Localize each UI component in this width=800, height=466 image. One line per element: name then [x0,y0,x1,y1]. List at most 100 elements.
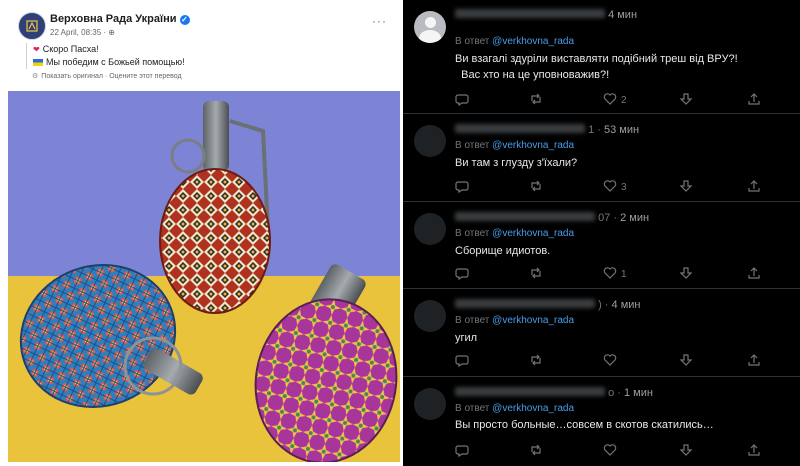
share-icon [748,354,760,366]
reply-time[interactable]: 2 мин [620,212,649,224]
blurred-username [455,387,605,396]
share-button[interactable] [747,92,761,106]
retweet-icon [531,180,541,192]
downvote-button[interactable] [679,266,693,280]
reply-button[interactable] [455,92,469,107]
like-button[interactable]: 1 [603,266,627,280]
reply-author[interactable]: 4 мин [455,9,637,21]
reply-actions: 3 [455,179,760,194]
page-avatar[interactable] [18,12,46,40]
reply-time[interactable]: 4 мин [608,9,637,21]
in-reply-prefix: В ответ [455,403,493,414]
like-button[interactable] [603,353,621,367]
reply-item[interactable]: о · 1 мин В ответ @verkhovna_rada Вы про… [403,377,800,466]
like-button[interactable] [603,443,621,457]
post-header: Верховна Рада України ✓ 22 April, 08:35 ·… [4,4,400,88]
reply-item[interactable]: 1 · 53 мин В ответ @verkhovna_rada Ви та… [403,114,800,202]
reply-handle-link[interactable]: @verkhovna_rada [492,315,574,326]
like-count: 1 [621,269,627,280]
more-options-icon[interactable]: ··· [372,14,387,28]
share-button[interactable] [747,266,761,280]
reply-handle-link[interactable]: @verkhovna_rada [492,228,574,239]
reply-text: угил [455,330,477,346]
translation-row[interactable]: ⚙ Показать оригинал · Оцените этот перево… [32,72,182,80]
reply-icon [455,181,469,194]
gear-icon: ⚙ [32,73,39,80]
default-avatar[interactable] [414,11,446,43]
page-name[interactable]: Верховна Рада України ✓ [50,13,190,25]
reply-item[interactable]: 07 · 2 мин В ответ @verkhovna_rada Сбори… [403,202,800,289]
retweet-button[interactable] [529,179,543,193]
reply-handle-link[interactable]: @verkhovna_rada [492,403,574,414]
reply-icon [455,268,469,281]
reply-item[interactable]: 4 мин В ответ @verkhovna_rada Ви взагалі… [403,0,800,114]
reply-author[interactable]: о · 1 мин [455,387,653,399]
like-icon [603,354,617,366]
retweet-button[interactable] [529,266,543,280]
downvote-icon [679,354,693,366]
retweet-icon [531,354,541,366]
share-button[interactable] [747,179,761,193]
in-reply-prefix: В ответ [455,228,493,239]
retweet-icon [531,267,541,279]
translation-link[interactable]: Показать оригинал · Оцените этот перевод [41,73,181,80]
reply-handle-link[interactable]: @verkhovna_rada [492,140,574,151]
reply-item[interactable]: ) · 4 мин В ответ @verkhovna_rada угил [403,289,800,377]
reply-time[interactable]: 4 мин [612,299,641,311]
reply-button[interactable] [455,353,469,368]
in-reply-to: В ответ @verkhovna_rada [455,228,574,239]
twitter-replies: 4 мин В ответ @verkhovna_rada Ви взагалі… [403,0,800,466]
reply-author[interactable]: ) · 4 мин [455,299,640,311]
downvote-button[interactable] [679,443,693,457]
ukraine-flag-icon [33,59,43,66]
reply-handle-link[interactable]: @verkhovna_rada [492,36,574,47]
downvote-button[interactable] [679,353,693,367]
retweet-button[interactable] [529,353,543,367]
downvote-icon [679,180,693,192]
reply-button[interactable] [455,179,469,194]
reply-text: Сборище идиотов. [455,243,550,259]
in-reply-prefix: В ответ [455,36,493,47]
reply-author[interactable]: 1 · 53 мин [455,124,639,136]
reply-time[interactable]: 1 мин [624,387,653,399]
facebook-post: Верховна Рада України ✓ 22 April, 08:35 ·… [4,4,400,462]
downvote-icon [679,267,693,279]
post-photo[interactable] [8,91,400,462]
like-count: 2 [621,95,627,106]
reply-text-line: Вас хто на це уповноважив?! [455,69,610,81]
user-avatar[interactable] [414,213,446,245]
blurred-username [455,124,585,133]
like-icon [603,267,617,279]
retweet-button[interactable] [529,443,543,457]
post-meta: 22 April, 08:35 · ⊕ [50,28,115,37]
share-button[interactable] [747,443,761,457]
downvote-button[interactable] [679,92,693,106]
reply-text: Ви там з глузду з'їхали? [455,155,577,171]
downvote-button[interactable] [679,179,693,193]
like-count: 3 [621,182,627,193]
user-avatar[interactable] [414,300,446,332]
blurred-username [455,9,605,18]
page-name-text[interactable]: Верховна Рада України [50,13,177,25]
in-reply-to: В ответ @verkhovna_rada [455,36,574,47]
reply-actions [455,353,760,368]
post-line-text: Мы победим с Божьей помощью! [46,57,185,67]
post-timestamp[interactable]: 22 April, 08:35 · [50,28,108,37]
reply-button[interactable] [455,266,469,281]
reply-time[interactable]: 53 мин [604,124,639,136]
reply-text-line: Вы просто больные…совсем в скотов скатил… [455,419,714,431]
user-avatar[interactable] [414,388,446,420]
downvote-icon [679,444,693,456]
in-reply-to: В ответ @verkhovna_rada [455,315,574,326]
user-avatar[interactable] [414,125,446,157]
share-button[interactable] [747,353,761,367]
reply-button[interactable] [455,443,469,458]
reply-text-line: Сборище идиотов. [455,245,551,257]
like-button[interactable]: 2 [603,92,627,106]
retweet-button[interactable] [529,92,543,106]
reply-text: Ви взагалі здуріли виставляти подібний т… [455,51,738,83]
reply-author[interactable]: 07 · 2 мин [455,212,649,224]
reply-icon [455,94,469,107]
like-button[interactable]: 3 [603,179,627,193]
like-icon [603,93,617,105]
